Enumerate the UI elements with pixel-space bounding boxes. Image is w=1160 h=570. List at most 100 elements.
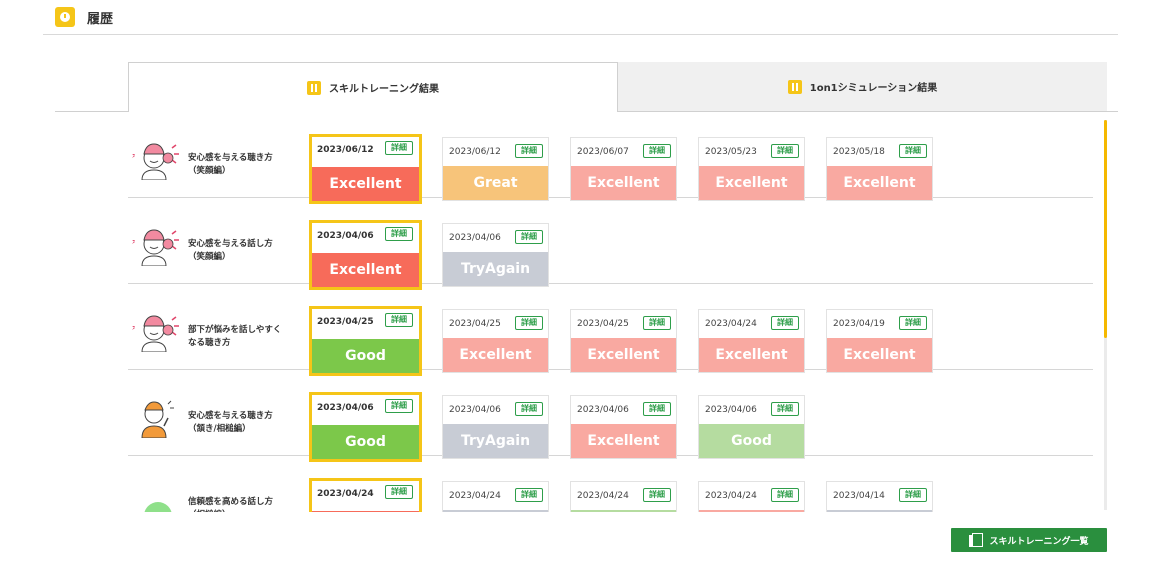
detail-button[interactable]: 詳細 — [643, 144, 671, 158]
scrollbar-thumb[interactable] — [1104, 120, 1107, 338]
result-badge: Excellent — [699, 510, 804, 512]
training-title: 安心感を与える聴き方 （笑顔編） — [188, 152, 298, 178]
detail-button[interactable]: 詳細 — [899, 316, 927, 330]
detail-button[interactable]: 詳細 — [385, 227, 413, 241]
result-date: 2023/04/25 — [577, 319, 629, 329]
training-title-line: （相槌編） — [188, 509, 298, 512]
result-card: 2023/05/18 詳細 Excellent — [826, 137, 933, 201]
avatar — [128, 138, 180, 181]
result-date: 2023/05/18 — [833, 147, 885, 157]
training-title-line: 部下が悩みを話しやすく — [188, 325, 282, 335]
result-badge: TryAgain — [443, 424, 548, 458]
results-list[interactable]: 安心感を与える聴き方 （笑顔編） 2023/06/12 詳細 Excellent 2023… — [128, 112, 1093, 512]
result-date: 2023/06/12 — [449, 147, 501, 157]
result-card: 2023/06/07 詳細 Excellent — [570, 137, 677, 201]
result-date: 2023/04/25 — [317, 317, 374, 327]
avatar — [128, 396, 180, 439]
document-icon — [969, 533, 984, 547]
detail-button[interactable]: 詳細 — [385, 313, 413, 327]
detail-button[interactable]: 詳細 — [385, 485, 413, 499]
latest-result-card: 2023/04/24 詳細 Excellent — [309, 478, 422, 512]
page-title: 履歴 — [87, 11, 114, 27]
result-badge: Good — [699, 424, 804, 458]
training-title: 信頼感を高める話し方 （相槌編） — [188, 496, 298, 512]
training-title-line: （笑顔編） — [188, 252, 231, 262]
result-date: 2023/04/19 — [833, 319, 885, 329]
result-badge: Excellent — [571, 338, 676, 372]
training-row: 安心感を与える聴き方 （頷き/相槌編） 2023/04/06 詳細 Good 2023/0… — [128, 370, 1093, 462]
training-title-line: 信頼感を高める話し方 — [188, 497, 274, 507]
training-row: 信頼感を高める話し方（相槌編）2023/04/24詳細Excellent2023… — [128, 456, 1093, 512]
result-date: 2023/04/06 — [317, 403, 374, 413]
result-badge: Excellent — [699, 166, 804, 200]
detail-button[interactable]: 詳細 — [899, 488, 927, 502]
tab-bookmark-icon — [787, 79, 802, 94]
result-card: 2023/04/19 詳細 Excellent — [826, 309, 933, 373]
result-card: 2023/04/24 詳細 Good — [570, 481, 677, 512]
training-title: 安心感を与える話し方 （笑顔編） — [188, 238, 298, 264]
tab-skill-training-results[interactable]: スキルトレーニング結果 — [128, 62, 618, 112]
latest-result-card: 2023/06/12 詳細 Excellent — [309, 134, 422, 204]
result-badge: TryAgain — [443, 252, 548, 286]
training-title-line: 安心感を与える聴き方 — [188, 411, 273, 421]
header-divider — [43, 34, 1118, 35]
detail-button[interactable]: 詳細 — [515, 488, 543, 502]
detail-button[interactable]: 詳細 — [771, 488, 799, 502]
detail-button[interactable]: 詳細 — [643, 316, 671, 330]
result-badge: Good — [312, 425, 419, 459]
result-badge: Excellent — [699, 338, 804, 372]
training-title-line: （頷き/相槌編） — [188, 424, 251, 434]
result-card: 2023/04/25 詳細 Excellent — [442, 309, 549, 373]
detail-button[interactable]: 詳細 — [771, 316, 799, 330]
result-badge: Excellent — [571, 166, 676, 200]
page-header: 履歴 — [55, 6, 113, 28]
tab-label: 1on1シミュレーション結果 — [809, 83, 938, 94]
result-card: 2023/04/14 詳細 TryAgain — [826, 481, 933, 512]
result-card: 2023/06/12 詳細 Great — [442, 137, 549, 201]
history-icon — [55, 7, 75, 27]
result-date: 2023/04/06 — [317, 231, 374, 241]
training-row: 安心感を与える話し方 （笑顔編） 2023/04/06 詳細 Excellent 2023… — [128, 198, 1093, 290]
result-badge: Good — [571, 510, 676, 512]
result-card: 2023/04/06 詳細 TryAgain — [442, 395, 549, 459]
detail-button[interactable]: 詳細 — [771, 402, 799, 416]
detail-button[interactable]: 詳細 — [515, 230, 543, 244]
result-date: 2023/04/25 — [449, 319, 501, 329]
result-card: 2023/04/24 詳細 Excellent — [698, 309, 805, 373]
latest-result-card: 2023/04/06 詳細 Excellent — [309, 220, 422, 290]
result-card: 2023/04/24 詳細 Excellent — [698, 481, 805, 512]
detail-button[interactable]: 詳細 — [515, 144, 543, 158]
result-badge: Excellent — [312, 511, 419, 512]
result-date: 2023/04/24 — [705, 491, 757, 501]
tab-label: スキルトレーニング結果 — [329, 84, 439, 95]
result-badge: Excellent — [443, 338, 548, 372]
training-row: 部下が悩みを話しやすく なる聴き方 2023/04/25 詳細 Good 2023/04/… — [128, 284, 1093, 376]
training-row: 安心感を与える聴き方 （笑顔編） 2023/06/12 詳細 Excellent 2023… — [128, 112, 1093, 204]
detail-button[interactable]: 詳細 — [899, 144, 927, 158]
detail-button[interactable]: 詳細 — [515, 402, 543, 416]
training-title-line: 安心感を与える話し方 — [188, 239, 273, 249]
result-date: 2023/04/06 — [577, 405, 629, 415]
skill-training-list-button[interactable]: スキルトレーニング一覧 — [951, 528, 1107, 552]
detail-button[interactable]: 詳細 — [643, 488, 671, 502]
avatar — [128, 482, 180, 512]
avatar — [128, 224, 180, 267]
detail-button[interactable]: 詳細 — [643, 402, 671, 416]
result-date: 2023/04/24 — [449, 491, 501, 501]
detail-button[interactable]: 詳細 — [385, 141, 413, 155]
avatar — [128, 310, 180, 353]
result-card: 2023/04/06 詳細 Excellent — [570, 395, 677, 459]
result-date: 2023/04/06 — [449, 233, 501, 243]
skill-training-list-label: スキルトレーニング一覧 — [989, 536, 1089, 547]
detail-button[interactable]: 詳細 — [771, 144, 799, 158]
result-badge: Good — [312, 339, 419, 373]
tab-1on1-simulation-results[interactable]: 1on1シミュレーション結果 — [618, 62, 1107, 111]
result-card: 2023/04/06 詳細 TryAgain — [442, 223, 549, 287]
result-card: 2023/05/23 詳細 Excellent — [698, 137, 805, 201]
latest-result-card: 2023/04/06 詳細 Good — [309, 392, 422, 462]
detail-button[interactable]: 詳細 — [515, 316, 543, 330]
result-badge: Excellent — [312, 167, 419, 201]
result-date: 2023/04/24 — [317, 489, 374, 499]
result-badge: TryAgain — [827, 510, 932, 512]
detail-button[interactable]: 詳細 — [385, 399, 413, 413]
